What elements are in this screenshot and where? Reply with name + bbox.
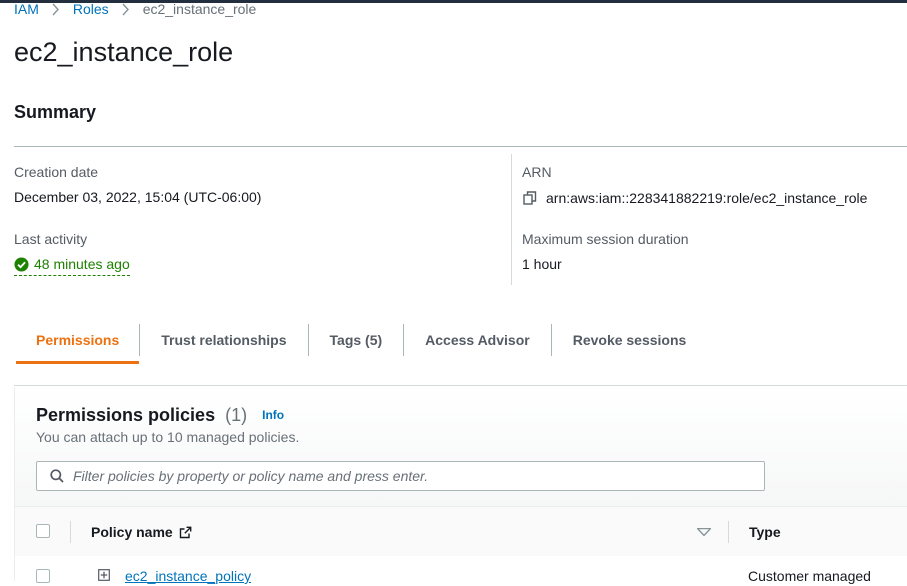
permissions-policies-panel: Permissions policies (1) Info You can at… (14, 387, 907, 586)
creation-date-value: December 03, 2022, 15:04 (UTC-06:00) (14, 189, 262, 205)
column-separator (70, 521, 71, 543)
chevron-right-icon (122, 3, 129, 15)
creation-date-label: Creation date (14, 164, 99, 180)
chevron-right-icon (52, 3, 59, 15)
policy-name-link[interactable]: ec2_instance_policy (125, 568, 251, 584)
sort-down-icon[interactable] (697, 528, 711, 536)
table-row: ec2_instance_policy Customer managed (15, 556, 907, 586)
column-separator (728, 521, 729, 543)
breadcrumb: IAM Roles ec2_instance_role (14, 0, 256, 18)
panel-header: Permissions policies (1) Info You can at… (15, 387, 907, 506)
arn-value: arn:aws:iam::228341882219:role/ec2_insta… (546, 190, 868, 206)
tab-permissions[interactable]: Permissions (16, 321, 139, 359)
policy-count: (1) (225, 405, 248, 425)
select-all-checkbox[interactable] (36, 524, 50, 538)
policies-table-header: Policy name Type (15, 506, 907, 557)
last-activity-label: Last activity (14, 231, 88, 247)
permissions-policies-title: Permissions policies (36, 405, 216, 425)
page-title: ec2_instance_role (14, 37, 234, 67)
type-column-header[interactable]: Type (749, 524, 781, 540)
arn-field: arn:aws:iam::228341882219:role/ec2_insta… (522, 189, 867, 207)
policy-name-column-header[interactable]: Policy name (91, 524, 192, 540)
arn-label: ARN (522, 164, 552, 180)
info-link[interactable]: Info (262, 408, 284, 422)
last-activity-text: 48 minutes ago (34, 256, 130, 272)
last-activity-value[interactable]: 48 minutes ago (14, 255, 130, 276)
max-session-label: Maximum session duration (522, 231, 689, 247)
tab-tags[interactable]: Tags (5) (309, 321, 404, 359)
breadcrumb-current: ec2_instance_role (142, 1, 257, 17)
policy-filter-input[interactable] (73, 468, 753, 484)
policy-type: Customer managed (748, 568, 871, 584)
policy-name-header-label: Policy name (91, 524, 173, 540)
summary-divider (14, 146, 907, 147)
check-circle-icon (14, 256, 29, 272)
expand-plus-icon[interactable] (98, 569, 110, 581)
search-icon (50, 469, 64, 483)
breadcrumb-iam-link[interactable]: IAM (14, 0, 39, 18)
permissions-policies-heading: Permissions policies (1) Info (36, 404, 284, 426)
permissions-description: You can attach up to 10 managed policies… (36, 429, 300, 445)
column-divider (511, 154, 512, 285)
active-tab-indicator (16, 361, 139, 364)
tab-trust-relationships[interactable]: Trust relationships (140, 321, 307, 359)
max-session-value: 1 hour (522, 256, 562, 272)
tabs-divider (14, 385, 907, 386)
copy-icon[interactable] (522, 190, 538, 206)
breadcrumb-roles-link[interactable]: Roles (73, 0, 109, 18)
tab-revoke-sessions[interactable]: Revoke sessions (552, 321, 708, 359)
tab-list: Permissions Trust relationships Tags (5)… (16, 316, 707, 364)
external-link-icon (179, 526, 192, 538)
policy-filter[interactable] (36, 461, 765, 491)
tab-access-advisor[interactable]: Access Advisor (404, 321, 551, 359)
summary-heading: Summary (14, 102, 97, 122)
